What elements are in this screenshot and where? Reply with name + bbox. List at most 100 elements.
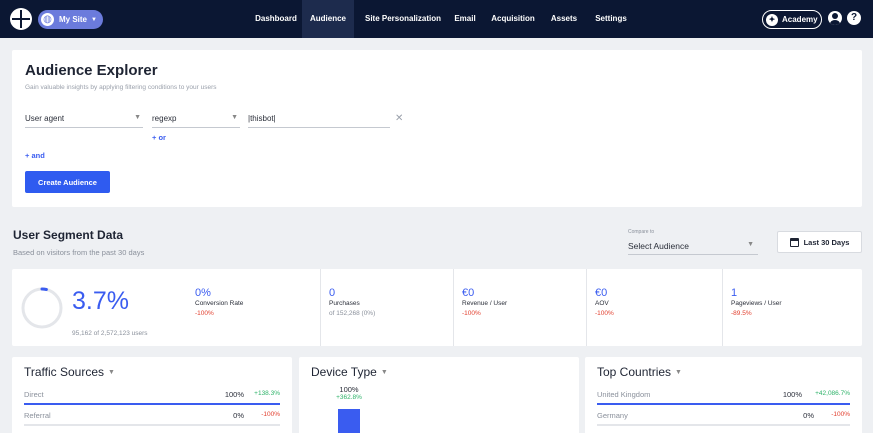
site-selector[interactable]: ◍ My Site ▼ <box>38 10 103 29</box>
operator-value: regexp <box>152 114 177 123</box>
add-or-condition-link[interactable]: + or <box>152 133 166 142</box>
stat-conversion-rate: 0% Conversion Rate -100% <box>187 269 315 346</box>
operator-select[interactable]: regexp ▼ <box>152 114 240 128</box>
nav-site-personalization[interactable]: Site Personalization <box>358 0 448 38</box>
nav-acquisition[interactable]: Acquisition <box>488 0 538 38</box>
stat-value: 0 <box>329 287 336 299</box>
date-range-label: Last 30 Days <box>803 237 850 247</box>
add-and-condition-link[interactable]: + and <box>25 151 45 160</box>
chevron-down-icon: ▼ <box>134 114 141 121</box>
row-name: Germany <box>597 411 628 420</box>
create-audience-button[interactable]: Create Audience <box>25 171 110 193</box>
nav-dashboard[interactable]: Dashboard <box>250 0 302 38</box>
stat-value: €0 <box>595 287 608 299</box>
table-row: Direct 100% +138.3% <box>24 390 280 405</box>
top-countries-title[interactable]: Top Countries ▼ <box>597 365 682 379</box>
site-selector-label: My Site <box>59 15 88 24</box>
stat-value: 1 <box>731 287 738 299</box>
row-name: Direct <box>24 390 44 399</box>
stat-change: -100% <box>595 310 614 317</box>
stat-revenue-per-user: €0 Revenue / User -100% <box>453 269 581 346</box>
stat-change: -89.5% <box>731 310 752 317</box>
traffic-sources-card: Traffic Sources ▼ Direct 100% +138.3% Ref… <box>12 357 292 433</box>
stat-change: -100% <box>195 310 214 317</box>
row-pct: 0% <box>803 411 814 420</box>
row-bar-fill <box>24 403 280 405</box>
academy-button[interactable]: ✦ Academy <box>762 10 822 29</box>
row-name: Referral <box>24 411 51 420</box>
ring-track <box>21 287 63 329</box>
row-pct: 100% <box>782 390 802 399</box>
segment-stats-row: 3.7% 95,162 of 2,572,123 users 0% Conver… <box>12 269 862 346</box>
segment-title: User Segment Data <box>13 228 124 242</box>
device-type-title[interactable]: Device Type ▼ <box>311 365 388 379</box>
date-range-button[interactable]: Last 30 Days <box>777 231 862 253</box>
logo-icon[interactable] <box>10 8 32 30</box>
row-change: -100% <box>831 411 850 418</box>
stat-label: Revenue / User <box>462 300 508 307</box>
nav-settings[interactable]: Settings <box>590 0 632 38</box>
card-title-label: Device Type <box>311 365 377 379</box>
stat-label: Pageviews / User <box>731 300 782 307</box>
top-countries-card: Top Countries ▼ United Kingdom 100% +42,0… <box>585 357 862 433</box>
chevron-down-icon: ▼ <box>108 369 115 377</box>
stat-value: 0% <box>195 287 211 299</box>
traffic-sources-title[interactable]: Traffic Sources ▼ <box>24 365 115 379</box>
row-change: +138.3% <box>254 390 280 397</box>
page-title: Audience Explorer <box>25 62 158 79</box>
row-change: +42,086.7% <box>815 390 850 397</box>
nav-email[interactable]: Email <box>450 0 480 38</box>
nav-audience[interactable]: Audience <box>302 0 354 38</box>
chevron-down-icon: ▼ <box>231 114 238 121</box>
row-change: -100% <box>261 411 280 418</box>
segment-users-note: 95,162 of 2,572,123 users <box>72 330 148 337</box>
stat-label: Conversion Rate <box>195 300 244 307</box>
stat-note: of 152,268 (0%) <box>329 310 376 317</box>
table-row: Referral 0% -100% <box>24 411 280 426</box>
stat-label: Purchases <box>329 300 360 307</box>
card-title-label: Traffic Sources <box>24 365 105 379</box>
audience-explorer-card: Audience Explorer Gain valuable insights… <box>12 50 862 207</box>
chevron-down-icon: ▼ <box>91 16 97 23</box>
condition-value-input[interactable]: |thisbot| <box>248 114 390 128</box>
stat-label: AOV <box>595 300 609 307</box>
compare-label: Compare to <box>628 229 655 235</box>
row-bar <box>597 403 850 405</box>
user-account-icon[interactable] <box>828 11 842 25</box>
help-icon[interactable]: ? <box>847 11 861 25</box>
compare-value: Select Audience <box>628 241 689 251</box>
academy-label: Academy <box>782 15 818 24</box>
chevron-down-icon: ▼ <box>747 241 754 248</box>
top-navigation: ◍ My Site ▼ Dashboard Audience Site Pers… <box>0 0 873 38</box>
stat-aov: €0 AOV -100% <box>586 269 714 346</box>
stat-pageviews-per-user: 1 Pageviews / User -89.5% <box>722 269 857 346</box>
device-type-card: Device Type ▼ 100% +362.8% <box>299 357 579 433</box>
row-pct: 0% <box>233 411 244 420</box>
condition-value: |thisbot| <box>248 114 276 123</box>
compare-audience-select[interactable]: Compare to Select Audience ▼ <box>628 229 758 255</box>
device-pct: 100% <box>339 385 359 394</box>
stat-value: €0 <box>462 287 475 299</box>
stat-change: -100% <box>462 310 481 317</box>
attribute-value: User agent <box>25 114 65 123</box>
row-bar-fill <box>597 403 850 405</box>
nav-assets[interactable]: Assets <box>547 0 581 38</box>
table-row: United Kingdom 100% +42,086.7% <box>597 390 850 405</box>
segment-share-ring <box>21 287 63 329</box>
device-change: +362.8% <box>336 394 362 401</box>
calendar-icon <box>789 237 799 247</box>
row-bar <box>24 403 280 405</box>
row-pct: 100% <box>224 390 244 399</box>
card-title-label: Top Countries <box>597 365 672 379</box>
stat-purchases: 0 Purchases of 152,268 (0%) <box>320 269 448 346</box>
chevron-down-icon: ▼ <box>675 369 682 377</box>
attribute-select[interactable]: User agent ▼ <box>25 114 143 128</box>
table-row: Germany 0% -100% <box>597 411 850 426</box>
chevron-down-icon: ▼ <box>380 369 388 377</box>
close-icon[interactable]: ✕ <box>395 113 403 124</box>
row-bar <box>24 424 280 426</box>
device-bar <box>338 409 360 433</box>
segment-share-value: 3.7% <box>72 287 129 315</box>
graduation-cap-icon: ✦ <box>766 13 778 26</box>
segment-subtitle: Based on visitors from the past 30 days <box>13 248 145 257</box>
